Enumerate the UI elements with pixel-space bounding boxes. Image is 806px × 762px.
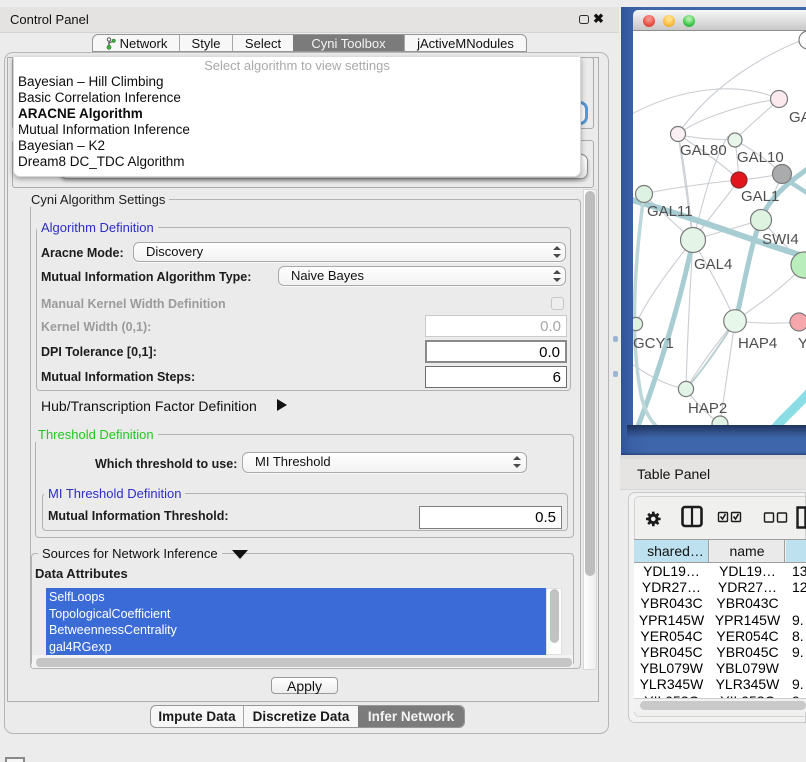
svg-text:GAL: GAL (789, 109, 806, 126)
svg-text:Y: Y (798, 335, 806, 352)
svg-text:GAL11: GAL11 (647, 203, 693, 220)
svg-text:GCY1: GCY1 (633, 335, 674, 352)
svg-text:HAP4: HAP4 (738, 335, 777, 352)
svg-text:SWI4: SWI4 (762, 231, 799, 248)
svg-text:GAL4: GAL4 (694, 256, 732, 273)
svg-text:GAL1: GAL1 (741, 188, 779, 205)
svg-text:GAL10: GAL10 (737, 149, 784, 166)
svg-text:GAL80: GAL80 (680, 142, 727, 159)
svg-text:HAP2: HAP2 (688, 400, 727, 417)
